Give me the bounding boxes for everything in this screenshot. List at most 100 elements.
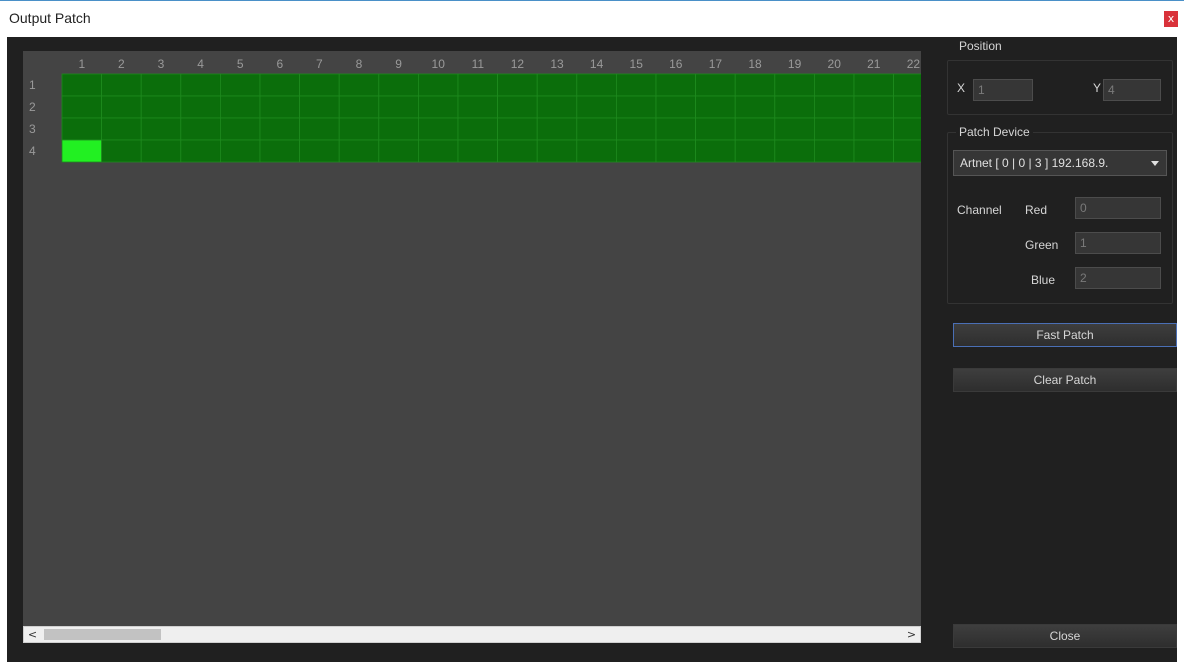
grid-cell[interactable] xyxy=(576,95,617,119)
grid-cell[interactable] xyxy=(497,139,538,163)
grid-cell[interactable] xyxy=(457,139,498,163)
grid-cell[interactable] xyxy=(180,95,221,119)
grid-cell[interactable] xyxy=(695,139,736,163)
grid-cell[interactable] xyxy=(259,73,300,97)
grid-cell[interactable] xyxy=(655,73,696,97)
patch-grid[interactable]: 1 2 3 4 5 6 7 8 9 10 11 12 13 14 15 16 17 18 19 20 21 221234 xyxy=(23,51,921,626)
grid-cell[interactable] xyxy=(655,139,696,163)
grid-cell[interactable] xyxy=(180,139,221,163)
grid-cell[interactable] xyxy=(576,139,617,163)
grid-cell[interactable] xyxy=(893,73,921,97)
grid-cell[interactable] xyxy=(814,73,855,97)
grid-cell[interactable] xyxy=(378,117,419,141)
x-field[interactable]: 1 xyxy=(973,79,1033,101)
grid-cell[interactable] xyxy=(61,117,102,141)
grid-cell[interactable] xyxy=(616,139,657,163)
grid-cell[interactable] xyxy=(616,95,657,119)
green-channel-field[interactable]: 1 xyxy=(1075,232,1161,254)
grid-cell[interactable] xyxy=(774,95,815,119)
grid-cell[interactable] xyxy=(61,95,102,119)
grid-cell[interactable] xyxy=(814,95,855,119)
grid-cell[interactable] xyxy=(299,139,340,163)
clear-patch-button[interactable]: Clear Patch xyxy=(953,368,1177,392)
grid-cell[interactable] xyxy=(734,117,776,141)
grid-cell[interactable] xyxy=(61,73,102,97)
grid-cell[interactable] xyxy=(497,95,538,119)
grid-cell[interactable] xyxy=(299,73,340,97)
grid-cell[interactable] xyxy=(219,73,261,97)
grid-cell[interactable] xyxy=(378,139,419,163)
grid-cell[interactable] xyxy=(259,139,300,163)
grid-cell[interactable] xyxy=(457,117,498,141)
grid-cell[interactable] xyxy=(219,95,261,119)
grid-cell[interactable] xyxy=(853,73,894,97)
grid-cell[interactable] xyxy=(101,139,142,163)
grid-cell[interactable] xyxy=(101,73,142,97)
grid-cell[interactable] xyxy=(457,73,498,97)
grid-cell-selected[interactable] xyxy=(61,139,102,163)
grid-cell[interactable] xyxy=(140,117,182,141)
scroll-right-icon[interactable]: > xyxy=(903,627,920,642)
grid-cell[interactable] xyxy=(853,139,894,163)
grid-cell[interactable] xyxy=(219,117,261,141)
grid-cell[interactable] xyxy=(616,73,657,97)
grid-cell[interactable] xyxy=(853,95,894,119)
grid-cell[interactable] xyxy=(774,73,815,97)
grid-cell[interactable] xyxy=(655,117,696,141)
grid-cell[interactable] xyxy=(497,73,538,97)
grid-cell[interactable] xyxy=(695,95,736,119)
patch-device-select[interactable]: Artnet [ 0 | 0 | 3 ] 192.168.9. xyxy=(953,150,1167,176)
grid-cell[interactable] xyxy=(259,95,300,119)
grid-cell[interactable] xyxy=(814,139,855,163)
grid-cell[interactable] xyxy=(299,95,340,119)
y-field[interactable]: 4 xyxy=(1103,79,1161,101)
grid-cell[interactable] xyxy=(893,117,921,141)
grid-cell[interactable] xyxy=(655,95,696,119)
grid-cell[interactable] xyxy=(695,117,736,141)
grid-cell[interactable] xyxy=(417,117,459,141)
fast-patch-button[interactable]: Fast Patch xyxy=(953,323,1177,347)
grid-cell[interactable] xyxy=(417,73,459,97)
grid-cell[interactable] xyxy=(338,139,380,163)
grid-cell[interactable] xyxy=(536,117,578,141)
grid-cell[interactable] xyxy=(497,117,538,141)
grid-cell[interactable] xyxy=(101,117,142,141)
scrollbar-thumb[interactable] xyxy=(44,629,161,640)
grid-cell[interactable] xyxy=(734,139,776,163)
scroll-left-icon[interactable]: < xyxy=(24,627,41,642)
grid-cell[interactable] xyxy=(101,95,142,119)
grid-cell[interactable] xyxy=(378,73,419,97)
grid-cell[interactable] xyxy=(536,73,578,97)
grid-cell[interactable] xyxy=(576,73,617,97)
grid-cell[interactable] xyxy=(180,73,221,97)
grid-cell[interactable] xyxy=(734,73,776,97)
grid-cell[interactable] xyxy=(378,95,419,119)
close-window-button[interactable]: x xyxy=(1164,11,1178,27)
grid-cell[interactable] xyxy=(417,139,459,163)
grid-cell[interactable] xyxy=(893,95,921,119)
grid-cell[interactable] xyxy=(140,73,182,97)
grid-cell[interactable] xyxy=(299,117,340,141)
grid-cell[interactable] xyxy=(457,95,498,119)
grid-cell[interactable] xyxy=(338,73,380,97)
grid-cell[interactable] xyxy=(893,139,921,163)
grid-cell[interactable] xyxy=(140,139,182,163)
grid-cell[interactable] xyxy=(338,95,380,119)
grid-cell[interactable] xyxy=(180,117,221,141)
horizontal-scrollbar[interactable]: < > xyxy=(23,626,921,643)
grid-cell[interactable] xyxy=(576,117,617,141)
grid-cell[interactable] xyxy=(338,117,380,141)
close-button[interactable]: Close xyxy=(953,624,1177,648)
grid-cell[interactable] xyxy=(734,95,776,119)
grid-cell[interactable] xyxy=(259,117,300,141)
grid-cell[interactable] xyxy=(853,117,894,141)
grid-cell[interactable] xyxy=(536,139,578,163)
grid-cell[interactable] xyxy=(219,139,261,163)
grid-cell[interactable] xyxy=(774,139,815,163)
chevron-down-icon[interactable] xyxy=(1151,161,1159,166)
grid-cell[interactable] xyxy=(140,95,182,119)
blue-channel-field[interactable]: 2 xyxy=(1075,267,1161,289)
grid-cell[interactable] xyxy=(536,95,578,119)
grid-cell[interactable] xyxy=(814,117,855,141)
grid-cell[interactable] xyxy=(616,117,657,141)
